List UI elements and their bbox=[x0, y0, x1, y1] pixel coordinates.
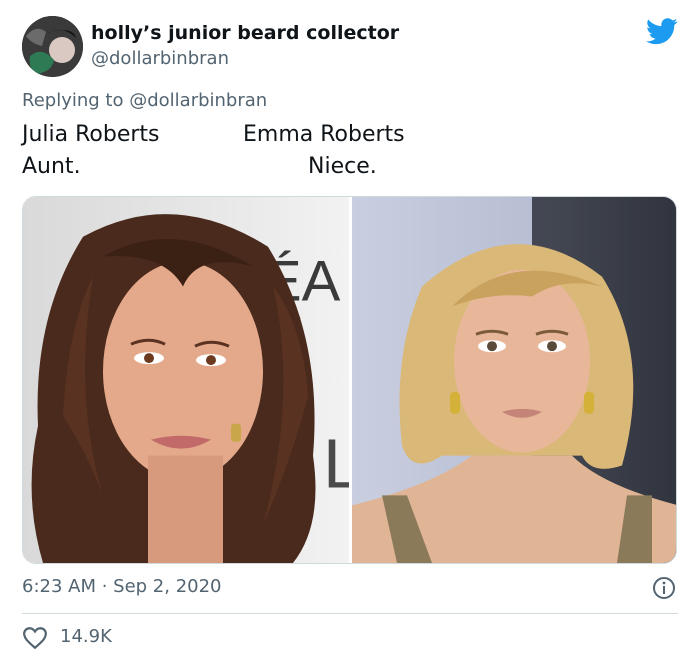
heart-icon[interactable] bbox=[22, 626, 48, 650]
info-icon[interactable] bbox=[652, 576, 676, 600]
divider bbox=[22, 613, 678, 614]
twitter-bird-icon[interactable] bbox=[646, 18, 678, 45]
photo-emma-roberts[interactable] bbox=[352, 197, 677, 563]
photo-julia-roberts[interactable]: ÉA S L bbox=[23, 197, 349, 563]
tweet-timestamp[interactable]: 6:23 AM · Sep 2, 2020 bbox=[22, 576, 222, 597]
avatar[interactable] bbox=[22, 16, 83, 77]
watermark-bottom: L bbox=[323, 425, 349, 503]
tweet-media[interactable]: ÉA S L bbox=[22, 196, 677, 564]
avatar-image bbox=[22, 16, 83, 77]
like-count[interactable]: 14.9K bbox=[60, 626, 112, 647]
reply-prefix: Replying to bbox=[22, 90, 124, 111]
tweet-card: holly’s junior beard collector @dollarbi… bbox=[0, 0, 700, 667]
tweet-text-right-role: Niece. bbox=[308, 154, 377, 179]
user-handle[interactable]: @dollarbinbran bbox=[91, 48, 229, 69]
tweet-text-left-name: Julia Roberts bbox=[22, 122, 160, 147]
replying-to: Replying to @dollarbinbran bbox=[22, 90, 267, 111]
tweet-text-right-name: Emma Roberts bbox=[243, 122, 405, 147]
display-name[interactable]: holly’s junior beard collector bbox=[91, 22, 399, 44]
tweet-text-left-role: Aunt. bbox=[22, 154, 81, 179]
reply-mention-link[interactable]: @dollarbinbran bbox=[129, 90, 267, 111]
